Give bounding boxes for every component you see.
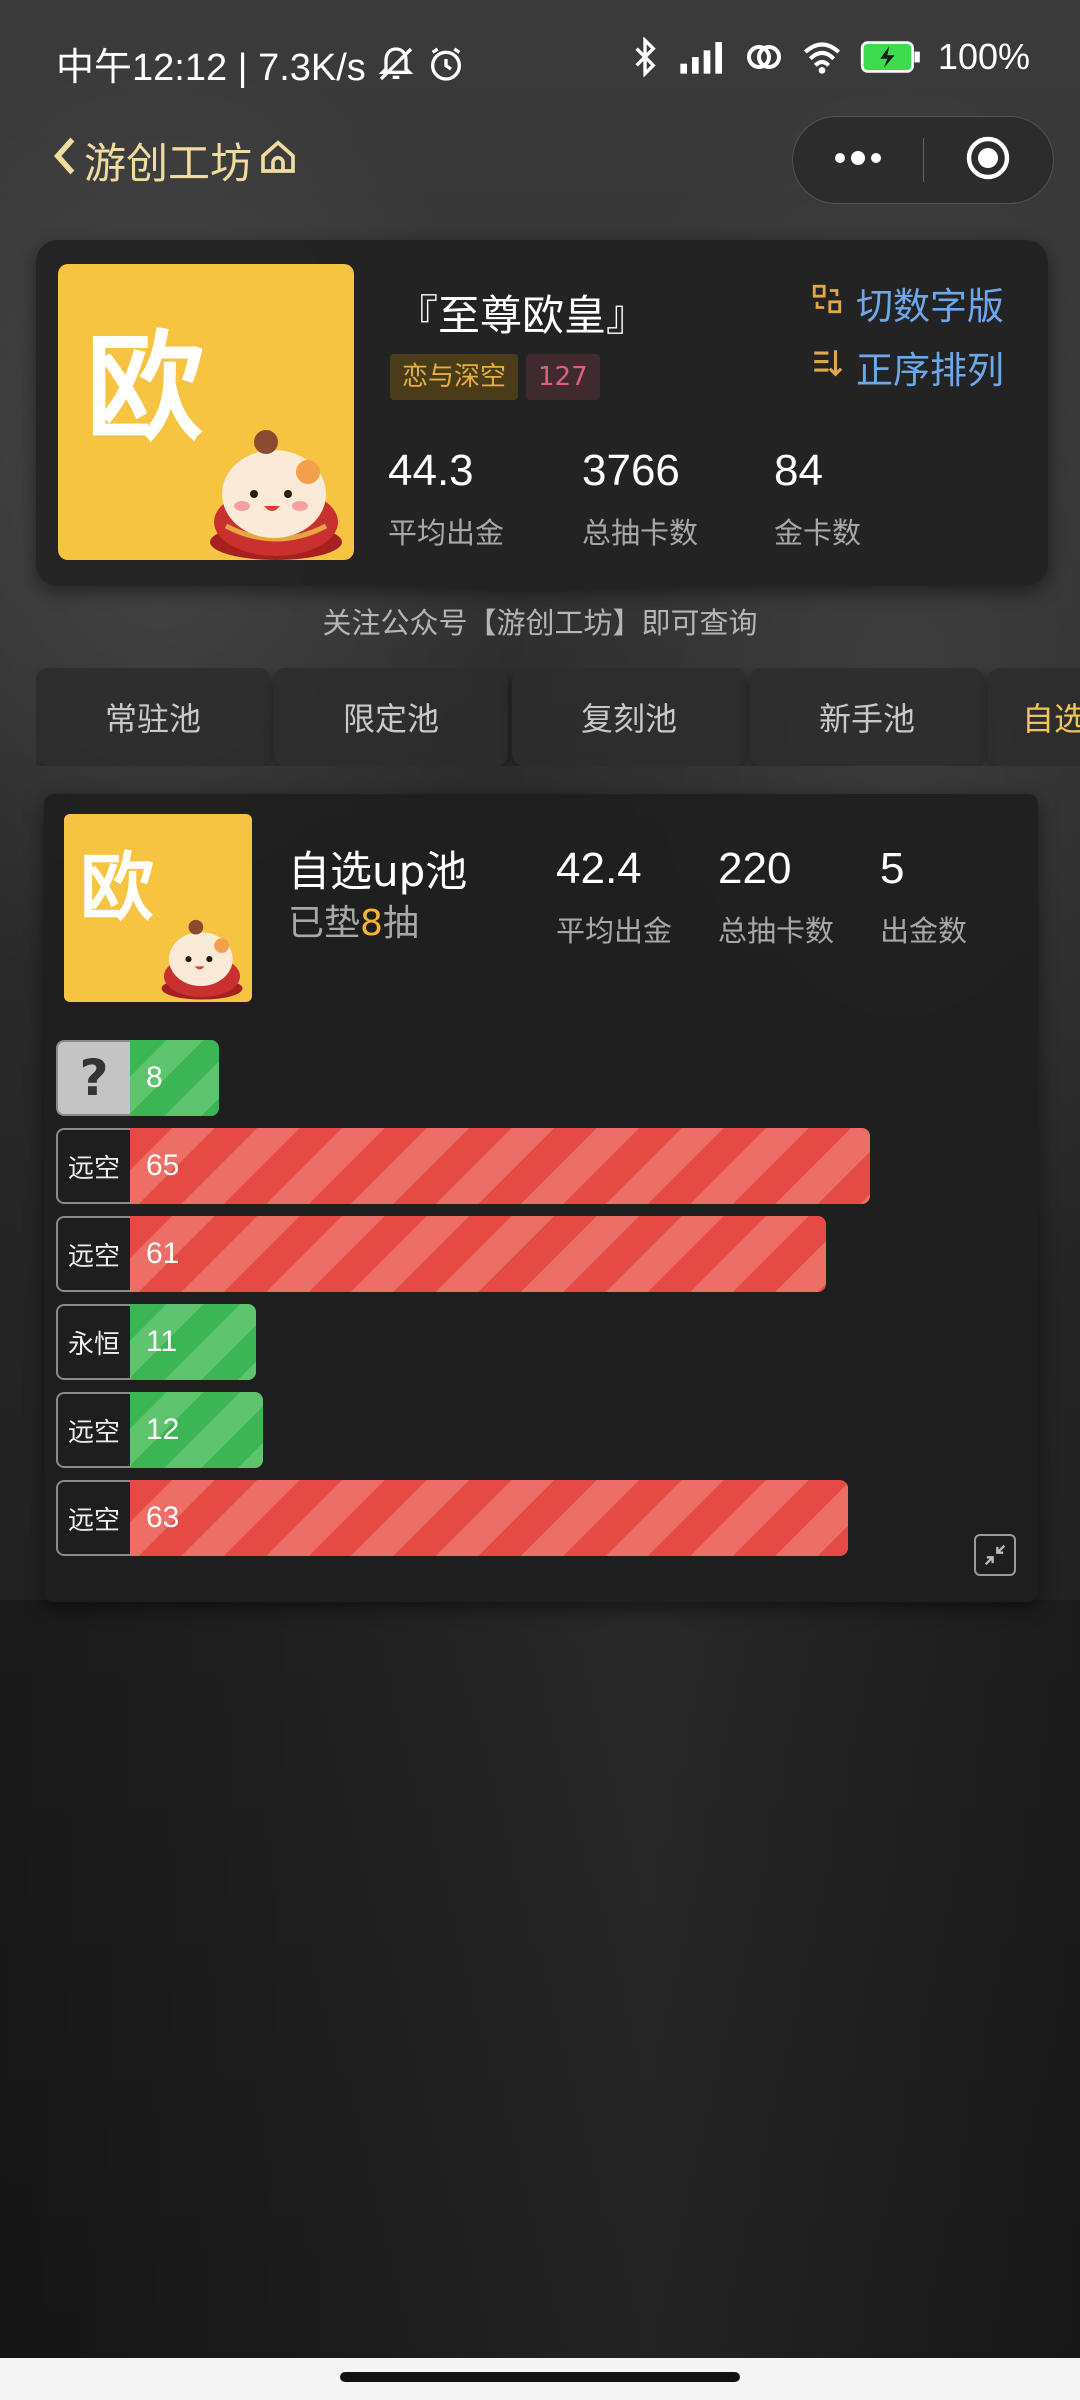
- tab-selective-pool[interactable]: 自选: [988, 668, 1080, 766]
- pool-stat-gold-count-label: 出金数: [880, 914, 968, 948]
- pull-row[interactable]: 远空 12: [56, 1392, 1016, 1468]
- pull-row[interactable]: ? 8: [56, 1040, 1016, 1116]
- pull-row-label: 远空: [56, 1480, 130, 1556]
- stat-gold-cards: 84 金卡数: [774, 446, 861, 552]
- close-program-button[interactable]: [924, 117, 1054, 203]
- pool-tabs: 常驻池 限定池 复刻池 新手池 自选: [36, 668, 1080, 766]
- mini-program-capsule: [792, 116, 1054, 204]
- switch-layout-icon: [810, 282, 844, 325]
- nav-title: 游创工坊: [84, 139, 253, 188]
- sort-order-label: 正序排列: [856, 349, 1004, 392]
- pull-row-label: 远空: [56, 1392, 130, 1468]
- stat-gold-cards-label: 金卡数: [774, 516, 862, 550]
- pull-row-bar: 61: [130, 1216, 826, 1292]
- tab-limited-pool[interactable]: 限定池: [274, 668, 508, 766]
- more-dots-icon: [830, 148, 886, 172]
- game-tag: 恋与深空: [390, 354, 519, 400]
- pull-row-bar: 11: [130, 1304, 256, 1380]
- alarm-icon: [426, 44, 466, 84]
- toggle-digital-label: 切数字版: [856, 285, 1004, 328]
- pool-stat-avg-gold-label: 平均出金: [556, 914, 673, 948]
- bell-mute-icon: [376, 44, 416, 84]
- wifi-icon: [800, 37, 844, 77]
- status-bar: 中午12:12 | 7.3K/s 100%: [0, 0, 1080, 120]
- pull-row-label: 远空: [56, 1216, 130, 1292]
- toggle-digital-button[interactable]: 切数字版: [810, 276, 1004, 330]
- pity-suffix: 抽: [382, 903, 419, 944]
- count-badge: 127: [526, 354, 600, 400]
- pull-history-bars: ? 8 远空 65 远空 61 永恒 11 远空 12 远空 63: [56, 1040, 1016, 1568]
- stat-total-pulls-value: 3766: [582, 446, 680, 495]
- pool-stat-total-pulls-value: 220: [718, 844, 792, 893]
- pool-pity: 已垫8抽: [288, 894, 419, 946]
- mascot-small-icon: [161, 919, 243, 1000]
- tab-standard-pool[interactable]: 常驻池: [36, 668, 270, 766]
- back-button[interactable]: 游创工坊: [52, 130, 298, 191]
- pool-avatar: 欧: [64, 814, 252, 1002]
- more-button[interactable]: [793, 117, 923, 203]
- stat-gold-cards-value: 84: [774, 446, 823, 495]
- notice-text: 关注公众号【游创工坊】即可查询: [322, 606, 758, 640]
- pull-row[interactable]: 远空 61: [56, 1216, 1016, 1292]
- pull-row-bar: 63: [130, 1480, 848, 1556]
- link-icon: [744, 37, 784, 77]
- target-circle-icon: [964, 134, 1012, 186]
- tab-beginner-pool[interactable]: 新手池: [750, 668, 984, 766]
- pull-row-bar: 12: [130, 1392, 263, 1468]
- status-left: 中午12:12 | 7.3K/s: [56, 36, 466, 91]
- avatar-char: 欧: [86, 319, 205, 457]
- pool-stat-avg-gold: 42.4 平均出金: [556, 844, 672, 950]
- pool-name: 自选up池: [288, 847, 468, 896]
- pool-stat-gold-count: 5 出金数: [880, 844, 967, 950]
- status-right: 100%: [630, 36, 1030, 78]
- sort-order-button[interactable]: 正序排列: [810, 340, 1004, 394]
- stat-avg-gold: 44.3 平均出金: [388, 446, 504, 552]
- pull-row-bar: 65: [130, 1128, 870, 1204]
- stat-total-pulls: 3766 总抽卡数: [582, 446, 698, 552]
- pull-row-label: ?: [56, 1040, 130, 1116]
- pull-row-label: 永恒: [56, 1304, 130, 1380]
- pull-row[interactable]: 远空 63: [56, 1480, 1016, 1556]
- stat-avg-gold-value: 44.3: [388, 446, 474, 495]
- pool-card: 欧 自选up池 已垫8抽 42.4 平均出金 220 总抽卡数 5 出金数 ? …: [44, 794, 1038, 1602]
- status-time: 中午12:12 | 7.3K/s: [56, 47, 366, 89]
- pull-row[interactable]: 远空 65: [56, 1128, 1016, 1204]
- bluetooth-icon: [630, 37, 660, 77]
- home-icon[interactable]: [258, 136, 298, 186]
- signal-icon: [676, 37, 728, 77]
- collapse-icon[interactable]: [974, 1534, 1016, 1576]
- sort-icon: [810, 346, 844, 389]
- chevron-left-icon: [52, 134, 78, 188]
- pool-stat-total-pulls-label: 总抽卡数: [718, 914, 835, 948]
- pity-prefix: 已垫: [288, 903, 361, 944]
- battery-icon: [860, 39, 922, 75]
- mascot-icon: [210, 430, 342, 560]
- pull-row-bar: 8: [130, 1040, 219, 1116]
- pool-stat-total-pulls: 220 总抽卡数: [718, 844, 834, 950]
- stat-total-pulls-label: 总抽卡数: [582, 516, 699, 550]
- profile-card: 欧 『至尊欧皇』 恋与深空 127 切数字版 正序排列 44.3 平均出金 37…: [36, 240, 1048, 586]
- tab-rerun-pool[interactable]: 复刻池: [512, 668, 746, 766]
- profile-avatar: 欧: [58, 264, 354, 560]
- pool-avatar-char: 欧: [80, 845, 154, 931]
- pool-stat-gold-count-value: 5: [880, 844, 905, 893]
- pull-row[interactable]: 永恒 11: [56, 1304, 1016, 1380]
- battery-percent: 100%: [937, 36, 1030, 77]
- profile-title: 『至尊欧皇』: [396, 291, 649, 340]
- pool-stat-avg-gold-value: 42.4: [556, 844, 642, 893]
- stat-avg-gold-label: 平均出金: [388, 516, 505, 550]
- pull-row-label: 远空: [56, 1128, 130, 1204]
- pity-value: 8: [360, 903, 383, 944]
- home-indicator[interactable]: [340, 2372, 740, 2382]
